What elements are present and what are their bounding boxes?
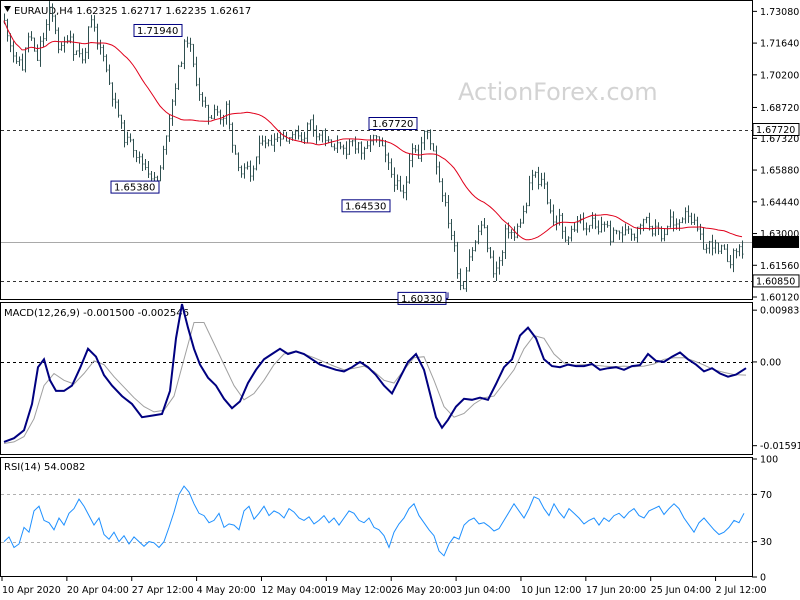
price-level-label: 1.60850 <box>756 276 795 287</box>
annotation-label: 1.65380 <box>114 183 155 194</box>
time-axis-label: 10 Jun 12:00 <box>521 585 581 596</box>
rsi-axis-label: 30 <box>760 537 772 548</box>
annotation-label: 1.60330 <box>401 294 442 305</box>
time-axis-label: 12 May 04:00 <box>261 585 326 596</box>
price-axis-label: 1.68720 <box>760 103 799 114</box>
price-axis-label: 1.61560 <box>760 261 799 272</box>
macd-axis-label: 0.00 <box>760 357 781 368</box>
time-axis-label: 26 May 20:00 <box>391 585 456 596</box>
time-axis-label: 17 Jun 20:00 <box>586 585 646 596</box>
annotation-label: 1.71940 <box>137 26 178 37</box>
price-level-label: 1.62617 <box>756 237 795 248</box>
rsi-axis-label: 0 <box>760 573 766 584</box>
annotation-label: 1.67720 <box>372 119 413 130</box>
time-axis-label: 25 Jun 04:00 <box>651 585 711 596</box>
annotation-label: 1.64530 <box>345 201 386 212</box>
rsi-axis-label: 100 <box>760 455 778 466</box>
rsi-axis-label: 70 <box>760 490 772 501</box>
macd-header: MACD(12,26,9) -0.001500 -0.002546 <box>4 308 189 319</box>
price-axis-label: 1.60120 <box>760 293 799 304</box>
time-axis-label: 2 Jul 12:00 <box>716 585 767 596</box>
macd-axis-label: -0.015917 <box>760 441 800 452</box>
price-axis-label: 1.65880 <box>760 166 799 177</box>
rsi-header: RSI(14) 54.0082 <box>4 462 85 473</box>
forex-chart: ActionForex.com EURAUD,H4 1.62325 1.6271… <box>0 0 800 600</box>
price-axis-label: 1.70200 <box>760 70 799 81</box>
price-axis-label: 1.71640 <box>760 39 799 50</box>
time-axis-label: 3 Jun 04:00 <box>456 585 510 596</box>
time-axis-label: 20 Apr 04:00 <box>67 585 129 596</box>
macd-axis-label: 0.009838 <box>760 306 800 317</box>
price-axis-label: 1.73080 <box>760 7 799 18</box>
time-axis-label: 27 Apr 12:00 <box>132 585 194 596</box>
time-axis-label: 10 Apr 2020 <box>2 585 61 596</box>
time-axis-label: 4 May 20:00 <box>197 585 256 596</box>
time-axis-label: 19 May 12:00 <box>326 585 391 596</box>
price-level-label: 1.67720 <box>756 125 795 136</box>
price-axis-label: 1.64440 <box>760 197 799 208</box>
watermark: ActionForex.com <box>458 78 658 106</box>
